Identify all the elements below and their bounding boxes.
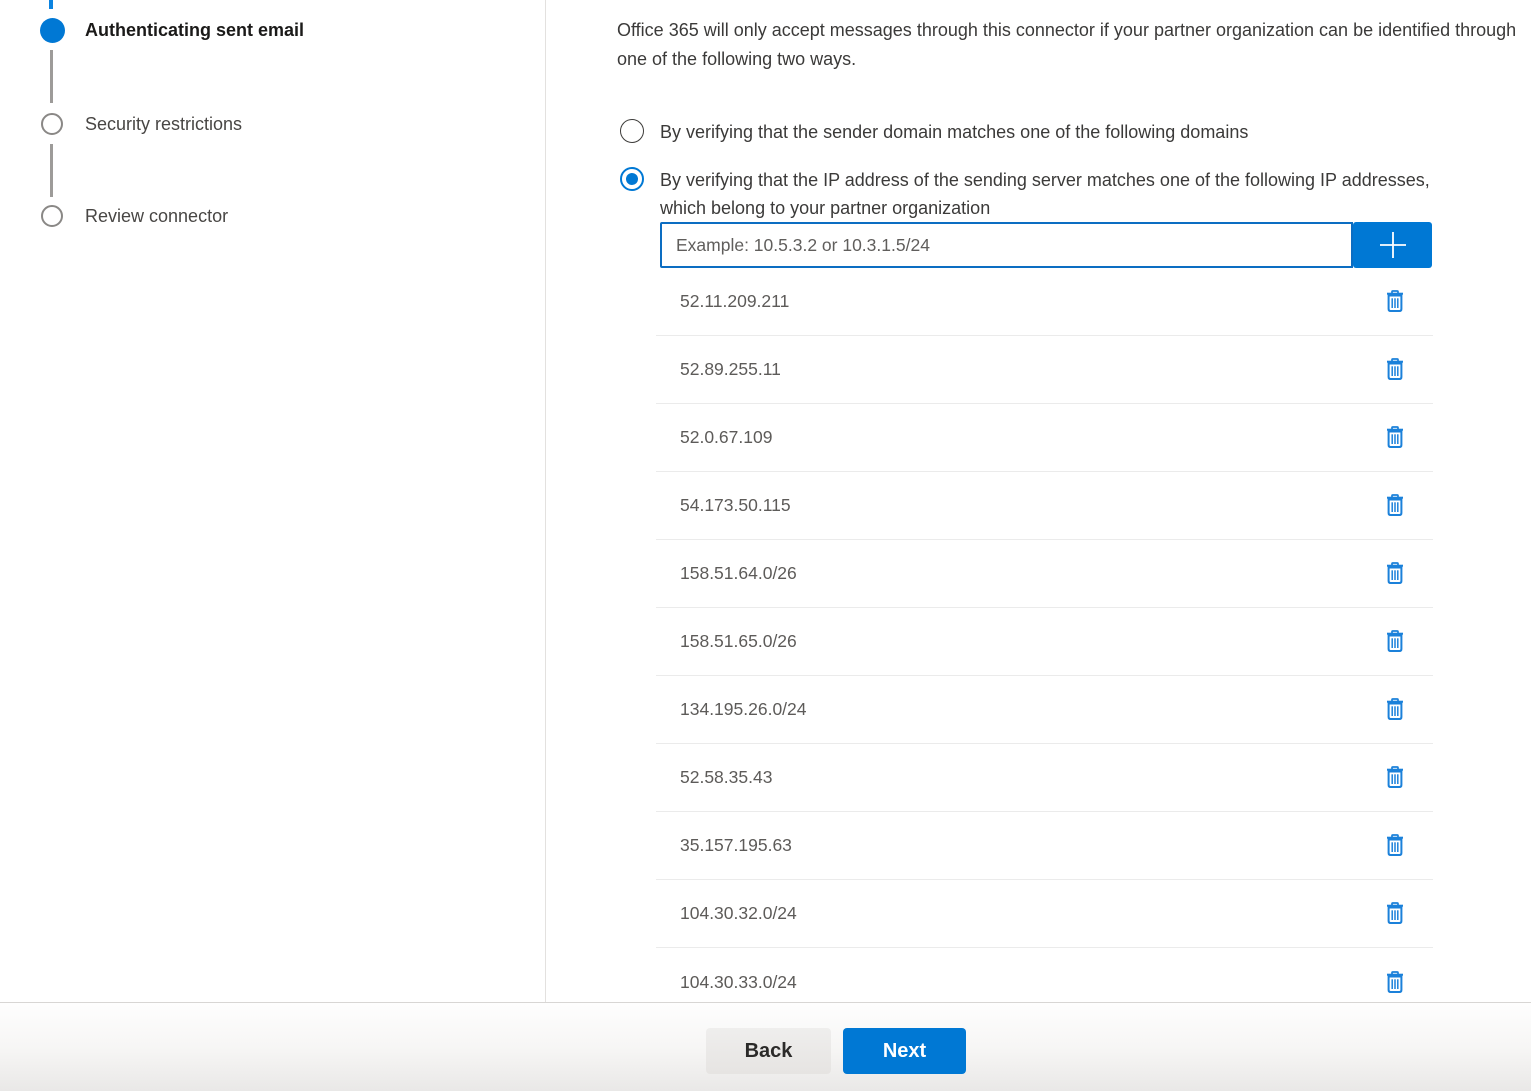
sidebar-divider (545, 0, 546, 1002)
ip-value: 52.11.209.211 (656, 291, 789, 312)
back-button[interactable]: Back (706, 1028, 831, 1074)
ip-value: 54.173.50.115 (656, 495, 791, 516)
trash-icon (1385, 902, 1405, 925)
trash-icon (1385, 290, 1405, 313)
step-connector-line (50, 144, 53, 197)
wizard-footer: Back Next (0, 1002, 1531, 1091)
plus-icon (1378, 230, 1408, 260)
wizard-page: Authenticating sent email Security restr… (0, 0, 1531, 1002)
trash-icon (1385, 834, 1405, 857)
ip-value: 104.30.32.0/24 (656, 903, 797, 924)
wizard-step-security-restrictions[interactable]: Security restrictions (41, 113, 242, 135)
intro-text: Office 365 will only accept messages thr… (617, 16, 1525, 74)
ip-value: 158.51.64.0/26 (656, 563, 797, 584)
ip-input-row (660, 222, 1432, 268)
step-idle-circle-icon (41, 113, 63, 135)
ip-list-row: 104.30.32.0/24 (656, 880, 1433, 948)
ip-list-row: 158.51.65.0/26 (656, 608, 1433, 676)
trash-icon (1385, 766, 1405, 789)
trash-icon (1385, 698, 1405, 721)
ip-list-row: 104.30.33.0/24 (656, 948, 1433, 1002)
trash-icon (1385, 630, 1405, 653)
trash-icon (1385, 971, 1405, 994)
ip-address-list: 52.11.209.211 52.89.255.11 (656, 268, 1433, 1002)
delete-ip-button[interactable] (1378, 489, 1412, 523)
trash-icon (1385, 562, 1405, 585)
step-connector-line (50, 50, 53, 103)
ip-value: 35.157.195.63 (656, 835, 792, 856)
add-ip-button[interactable] (1353, 222, 1432, 268)
delete-ip-button[interactable] (1378, 285, 1412, 319)
step-label: Review connector (85, 206, 228, 227)
next-button[interactable]: Next (843, 1028, 966, 1074)
wizard-step-review-connector[interactable]: Review connector (41, 205, 228, 227)
radio-option-sender-domain[interactable]: By verifying that the sender domain matc… (620, 118, 1248, 146)
ip-value: 104.30.33.0/24 (656, 972, 797, 993)
ip-value: 158.51.65.0/26 (656, 631, 797, 652)
delete-ip-button[interactable] (1378, 693, 1412, 727)
wizard-step-authenticating-sent-email[interactable]: Authenticating sent email (40, 18, 304, 43)
trash-icon (1385, 358, 1405, 381)
ip-address-input[interactable] (660, 222, 1353, 268)
step-connector-top (49, 0, 53, 9)
delete-ip-button[interactable] (1378, 421, 1412, 455)
radio-option-ip-address[interactable]: By verifying that the IP address of the … (620, 166, 1480, 222)
delete-ip-button[interactable] (1378, 761, 1412, 795)
delete-ip-button[interactable] (1378, 625, 1412, 659)
ip-list-row: 52.11.209.211 (656, 268, 1433, 336)
delete-ip-button[interactable] (1378, 557, 1412, 591)
ip-list-row: 158.51.64.0/26 (656, 540, 1433, 608)
trash-icon (1385, 426, 1405, 449)
trash-icon (1385, 494, 1405, 517)
delete-ip-button[interactable] (1378, 353, 1412, 387)
radio-option-label: By verifying that the IP address of the … (660, 166, 1480, 222)
radio-selected-icon[interactable] (620, 167, 644, 191)
ip-value: 52.58.35.43 (656, 767, 772, 788)
ip-list-row: 54.173.50.115 (656, 472, 1433, 540)
step-label: Security restrictions (85, 114, 242, 135)
step-idle-circle-icon (41, 205, 63, 227)
ip-list-row: 52.89.255.11 (656, 336, 1433, 404)
radio-unselected-icon[interactable] (620, 119, 644, 143)
radio-option-label: By verifying that the sender domain matc… (660, 118, 1248, 146)
ip-list-row: 134.195.26.0/24 (656, 676, 1433, 744)
ip-value: 134.195.26.0/24 (656, 699, 807, 720)
ip-list-row: 52.0.67.109 (656, 404, 1433, 472)
ip-value: 52.0.67.109 (656, 427, 772, 448)
ip-value: 52.89.255.11 (656, 359, 781, 380)
delete-ip-button[interactable] (1378, 897, 1412, 931)
step-active-dot-icon (40, 18, 65, 43)
delete-ip-button[interactable] (1378, 829, 1412, 863)
step-label: Authenticating sent email (85, 20, 304, 41)
delete-ip-button[interactable] (1378, 965, 1412, 999)
ip-list-row: 52.58.35.43 (656, 744, 1433, 812)
ip-list-row: 35.157.195.63 (656, 812, 1433, 880)
